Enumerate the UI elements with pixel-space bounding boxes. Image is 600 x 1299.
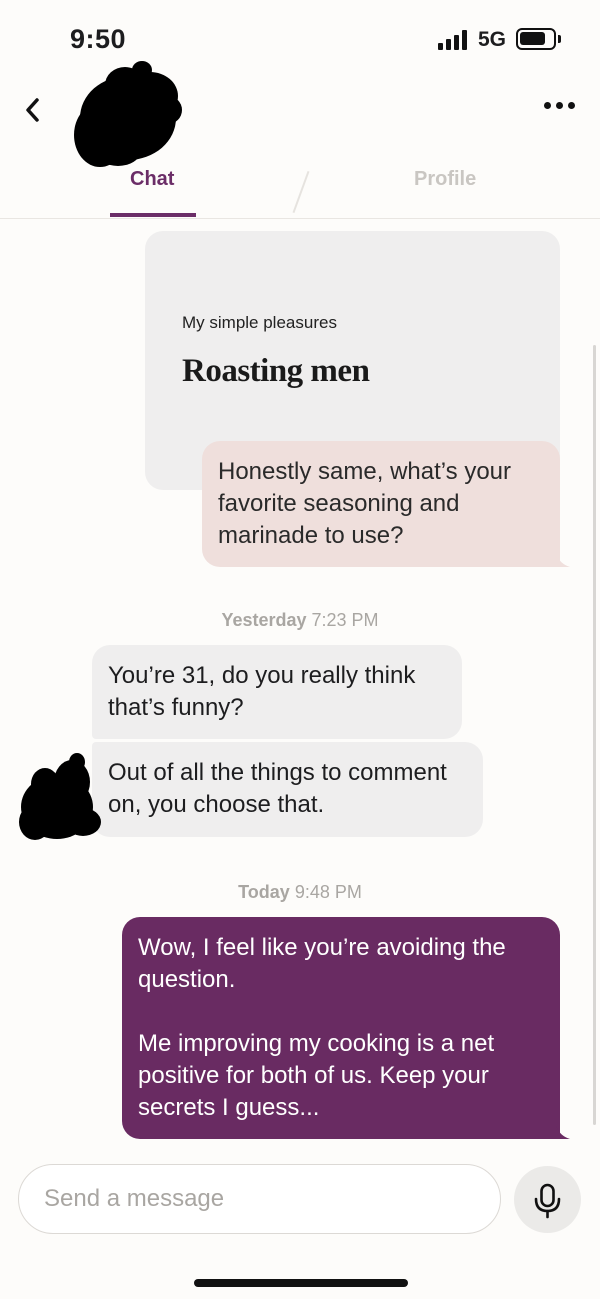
status-time: 9:50: [70, 24, 127, 54]
timestamp-divider: Yesterday 7:23 PM: [0, 610, 600, 631]
timestamp-time: 7:23 PM: [311, 610, 379, 630]
active-tab-indicator: [110, 213, 196, 217]
timestamp-divider: Today 9:48 PM: [0, 882, 600, 903]
bubble-tail: [556, 554, 570, 567]
avatar[interactable]: [70, 60, 184, 172]
incoming-message[interactable]: Out of all the things to comment on, you…: [92, 742, 483, 837]
prompt-question: My simple pleasures: [182, 313, 337, 332]
scrollbar[interactable]: [593, 345, 596, 1125]
bubble-tail: [556, 1126, 570, 1139]
tab-chat[interactable]: Chat: [130, 168, 174, 191]
tab-profile[interactable]: Profile: [414, 168, 476, 191]
microphone-icon: [534, 1183, 561, 1219]
battery-icon: [516, 28, 556, 50]
header-divider: [0, 218, 600, 219]
voice-message-button[interactable]: [514, 1166, 581, 1233]
timestamp-day: Yesterday: [221, 610, 307, 630]
incoming-message[interactable]: You’re 31, do you really think that’s fu…: [92, 645, 462, 739]
home-indicator: [194, 1279, 408, 1287]
timestamp-time: 9:48 PM: [294, 882, 362, 902]
outgoing-message[interactable]: Honestly same, what’s your favorite seas…: [202, 441, 560, 567]
network-label: 5G: [478, 28, 507, 51]
message-composer: [0, 1148, 600, 1299]
timestamp-day: Today: [238, 882, 290, 902]
back-button[interactable]: [20, 94, 46, 126]
message-input[interactable]: [18, 1164, 501, 1234]
tab-separator: [292, 170, 310, 214]
signal-icon: [438, 30, 470, 50]
sender-avatar[interactable]: [17, 752, 103, 844]
battery-cap: [558, 35, 561, 43]
chevron-left-icon: [26, 98, 39, 122]
more-options-button[interactable]: [540, 100, 580, 114]
prompt-answer: Roasting men: [182, 353, 370, 389]
outgoing-message[interactable]: Wow, I feel like you’re avoiding the que…: [122, 917, 560, 1139]
